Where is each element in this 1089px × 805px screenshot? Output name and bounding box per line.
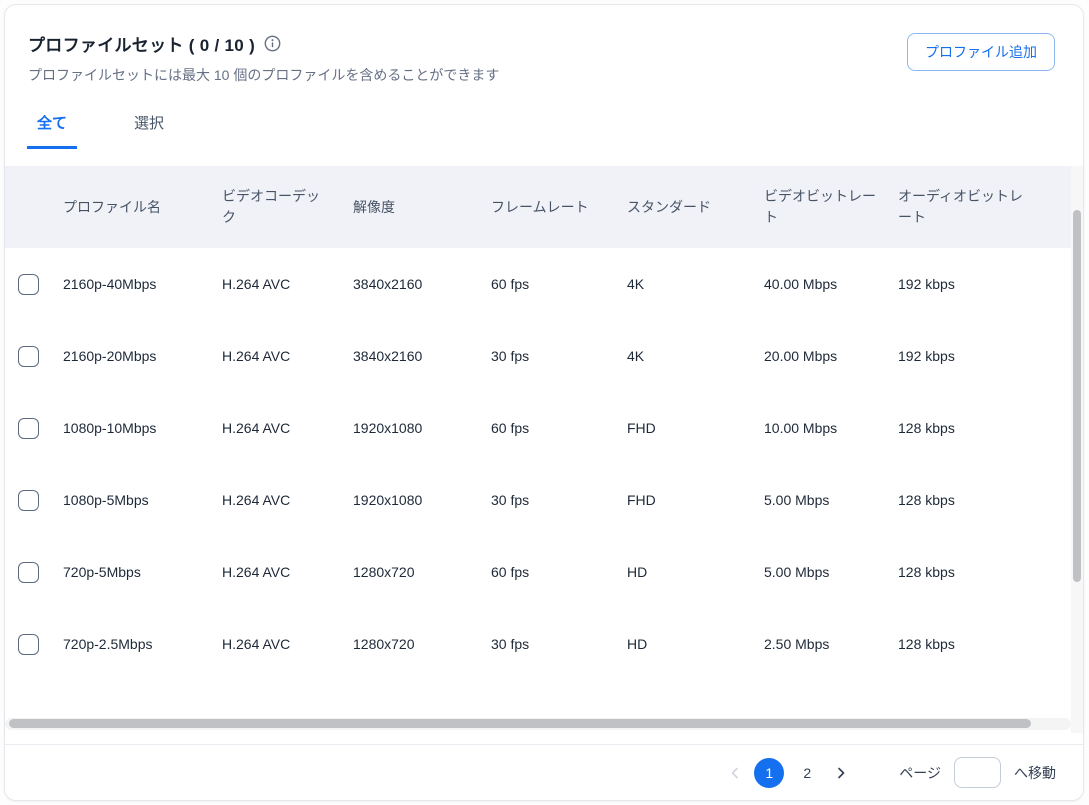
tab-bar: 全て 選択 <box>27 112 1083 149</box>
cell-audio-bitrate: 128 kbps <box>898 636 1048 652</box>
cell-profile-name: 720p-2.5Mbps <box>63 636 222 652</box>
table-row: 720p-5Mbps H.264 AVC 1280x720 60 fps HD … <box>5 536 1083 608</box>
checkbox-cell <box>5 634 63 655</box>
cell-standard: FHD <box>627 420 764 436</box>
column-header-profile-name: プロファイル名 <box>63 197 222 218</box>
cell-profile-name: 1080p-10Mbps <box>63 420 222 436</box>
cell-audio-bitrate: 192 kbps <box>898 276 1048 292</box>
table-row: 720p-2.5Mbps H.264 AVC 1280x720 30 fps H… <box>5 608 1083 680</box>
checkbox-cell <box>5 562 63 583</box>
pagination-footer: 1 2 ページ へ移動 <box>5 744 1083 800</box>
cell-standard: HD <box>627 636 764 652</box>
row-checkbox[interactable] <box>18 490 39 511</box>
cell-resolution: 3840x2160 <box>353 276 491 292</box>
profile-set-card: プロファイルセット ( 0 / 10 ) プロファイルセットには最大 10 個の… <box>4 4 1084 801</box>
cell-framerate: 60 fps <box>491 420 627 436</box>
cell-profile-name: 2160p-20Mbps <box>63 348 222 364</box>
cell-resolution: 1280x720 <box>353 636 491 652</box>
checkbox-cell <box>5 346 63 367</box>
vertical-scrollbar-track[interactable] <box>1071 166 1083 733</box>
cell-framerate: 60 fps <box>491 564 627 580</box>
row-checkbox[interactable] <box>18 274 39 295</box>
cell-video-bitrate: 5.00 Mbps <box>764 492 898 508</box>
cell-profile-name: 720p-5Mbps <box>63 564 222 580</box>
cell-video-codec: H.264 AVC <box>222 492 353 508</box>
page-subtitle: プロファイルセットには最大 10 個のプロファイルを含めることができます <box>28 65 499 85</box>
page-button-2[interactable]: 2 <box>792 758 822 788</box>
row-checkbox[interactable] <box>18 562 39 583</box>
cell-standard: 4K <box>627 348 764 364</box>
cell-video-bitrate: 10.00 Mbps <box>764 420 898 436</box>
card-header: プロファイルセット ( 0 / 10 ) プロファイルセットには最大 10 個の… <box>5 5 1083 85</box>
cell-standard: HD <box>627 564 764 580</box>
chevron-left-icon <box>729 767 741 779</box>
cell-video-codec: H.264 AVC <box>222 348 353 364</box>
goto-page-group: ページ へ移動 <box>899 757 1056 788</box>
cell-resolution: 1920x1080 <box>353 420 491 436</box>
cell-video-bitrate: 20.00 Mbps <box>764 348 898 364</box>
column-header-audio-bitrate: オーディオビットレート <box>898 186 1048 228</box>
vertical-scrollbar-thumb[interactable] <box>1073 210 1081 582</box>
table-row: 1080p-5Mbps H.264 AVC 1920x1080 30 fps F… <box>5 464 1083 536</box>
column-header-resolution: 解像度 <box>353 197 491 218</box>
table-row: 1080p-10Mbps H.264 AVC 1920x1080 60 fps … <box>5 392 1083 464</box>
table-row: 2160p-20Mbps H.264 AVC 3840x2160 30 fps … <box>5 320 1083 392</box>
cell-resolution: 1280x720 <box>353 564 491 580</box>
page-input[interactable] <box>954 757 1001 788</box>
cell-video-codec: H.264 AVC <box>222 276 353 292</box>
chevron-right-icon <box>835 767 847 779</box>
page-title: プロファイルセット ( 0 / 10 ) <box>28 31 255 56</box>
cell-profile-name: 2160p-40Mbps <box>63 276 222 292</box>
horizontal-scrollbar-track[interactable] <box>5 718 1071 730</box>
row-checkbox[interactable] <box>18 634 39 655</box>
table-body: 2160p-40Mbps H.264 AVC 3840x2160 60 fps … <box>5 248 1083 680</box>
cell-profile-name: 1080p-5Mbps <box>63 492 222 508</box>
cell-framerate: 30 fps <box>491 348 627 364</box>
row-checkbox[interactable] <box>18 418 39 439</box>
cell-resolution: 1920x1080 <box>353 492 491 508</box>
add-profile-button[interactable]: プロファイル追加 <box>907 33 1055 71</box>
goto-label: へ移動 <box>1014 763 1056 783</box>
cell-resolution: 3840x2160 <box>353 348 491 364</box>
column-header-framerate: フレームレート <box>491 197 627 218</box>
page-label: ページ <box>899 763 941 783</box>
cell-video-codec: H.264 AVC <box>222 420 353 436</box>
cell-audio-bitrate: 128 kbps <box>898 492 1048 508</box>
column-header-standard: スタンダード <box>627 197 764 218</box>
pager: 1 2 <box>720 758 856 788</box>
cell-audio-bitrate: 128 kbps <box>898 564 1048 580</box>
cell-video-codec: H.264 AVC <box>222 564 353 580</box>
tab-selected[interactable]: 選択 <box>124 112 174 149</box>
cell-video-bitrate: 5.00 Mbps <box>764 564 898 580</box>
table-region: プロファイル名 ビデオコーデック 解像度 フレームレート スタンダード ビデオビ… <box>5 166 1083 733</box>
row-checkbox[interactable] <box>18 346 39 367</box>
tab-all[interactable]: 全て <box>27 112 77 149</box>
next-page-button[interactable] <box>826 758 856 788</box>
prev-page-button[interactable] <box>720 758 750 788</box>
checkbox-cell <box>5 274 63 295</box>
checkbox-cell <box>5 418 63 439</box>
column-header-video-bitrate: ビデオビットレート <box>764 186 898 228</box>
cell-standard: 4K <box>627 276 764 292</box>
cell-framerate: 30 fps <box>491 636 627 652</box>
info-icon[interactable] <box>264 35 281 52</box>
cell-audio-bitrate: 128 kbps <box>898 420 1048 436</box>
cell-framerate: 30 fps <box>491 492 627 508</box>
cell-video-codec: H.264 AVC <box>222 636 353 652</box>
page-button-1[interactable]: 1 <box>754 758 784 788</box>
cell-video-bitrate: 40.00 Mbps <box>764 276 898 292</box>
cell-video-bitrate: 2.50 Mbps <box>764 636 898 652</box>
column-header-video-codec: ビデオコーデック <box>222 186 353 228</box>
cell-framerate: 60 fps <box>491 276 627 292</box>
table-row: 2160p-40Mbps H.264 AVC 3840x2160 60 fps … <box>5 248 1083 320</box>
cell-standard: FHD <box>627 492 764 508</box>
checkbox-cell <box>5 490 63 511</box>
header-text-block: プロファイルセット ( 0 / 10 ) プロファイルセットには最大 10 個の… <box>28 31 499 85</box>
cell-audio-bitrate: 192 kbps <box>898 348 1048 364</box>
table-header-row: プロファイル名 ビデオコーデック 解像度 フレームレート スタンダード ビデオビ… <box>5 166 1083 248</box>
horizontal-scrollbar-thumb[interactable] <box>9 719 1031 728</box>
